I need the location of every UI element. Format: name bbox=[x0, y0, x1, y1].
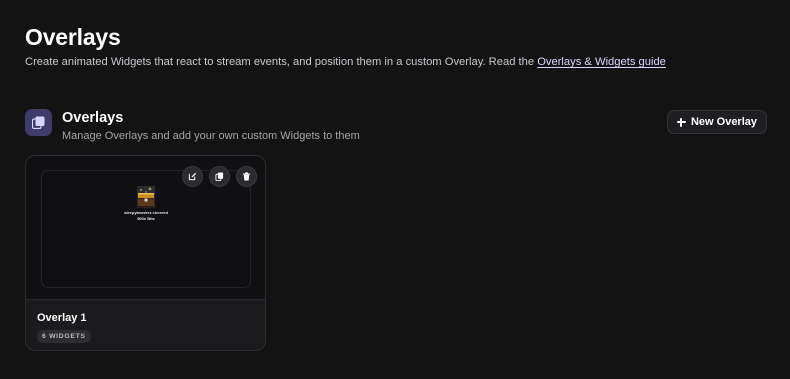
duplicate-overlay-button[interactable] bbox=[209, 166, 230, 187]
alert-widget-preview: sleepybeaverz cheered 500x Bits bbox=[120, 186, 172, 221]
duplicate-icon bbox=[215, 172, 224, 181]
overlays-stack-icon bbox=[25, 109, 52, 136]
section-title: Overlays bbox=[62, 110, 124, 126]
plus-icon bbox=[676, 117, 686, 127]
edit-overlay-button[interactable] bbox=[182, 166, 203, 187]
alert-widget-text: sleepybeaverz cheered 500x Bits bbox=[124, 210, 168, 221]
new-overlay-button[interactable]: New Overlay bbox=[667, 110, 767, 134]
page-title: Overlays bbox=[25, 24, 121, 50]
section-description: Manage Overlays and add your own custom … bbox=[62, 130, 360, 142]
delete-icon bbox=[242, 172, 251, 181]
overlay-card-actions bbox=[182, 166, 257, 187]
page-subtitle: Create animated Widgets that react to st… bbox=[25, 56, 666, 68]
treasure-chest-icon bbox=[137, 186, 155, 208]
page-subtitle-text: Create animated Widgets that react to st… bbox=[25, 56, 538, 68]
overlay-preview: sleepybeaverz cheered 500x Bits bbox=[26, 156, 265, 299]
overlay-name: Overlay 1 bbox=[37, 312, 87, 324]
widgets-count-badge: 6 WIDGETS bbox=[37, 330, 91, 343]
delete-overlay-button[interactable] bbox=[236, 166, 257, 187]
overlay-card[interactable]: sleepybeaverz cheered 500x Bits Overlay … bbox=[25, 155, 266, 351]
edit-icon bbox=[188, 172, 197, 181]
overlays-page: Overlays Create animated Widgets that re… bbox=[0, 0, 790, 379]
new-overlay-label: New Overlay bbox=[690, 116, 758, 128]
overlay-card-footer: Overlay 1 6 WIDGETS bbox=[26, 299, 265, 350]
overlays-widgets-guide-link[interactable]: Overlays & Widgets guide bbox=[537, 56, 666, 68]
